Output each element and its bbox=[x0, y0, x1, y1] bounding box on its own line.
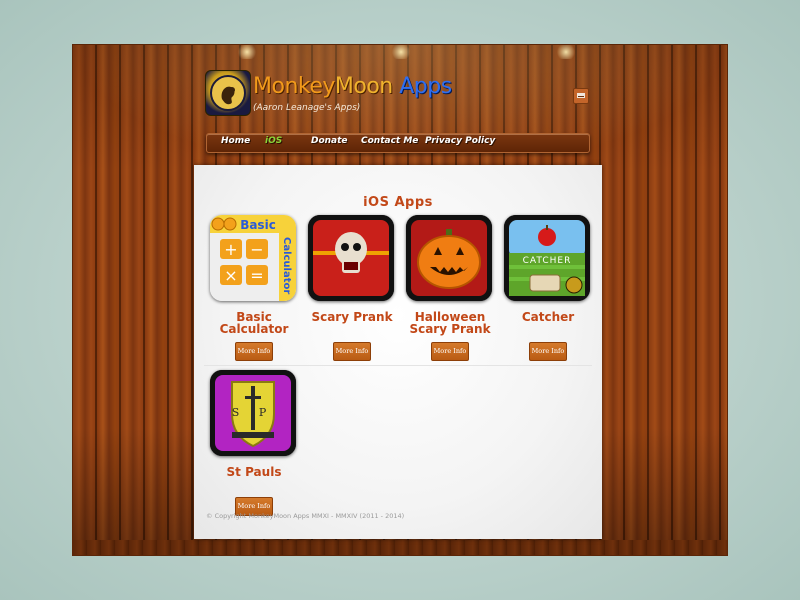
catcher-app-icon[interactable]: CATCHER bbox=[504, 215, 590, 301]
site-title-monkey: Monkey bbox=[253, 74, 335, 99]
svg-text:=: = bbox=[250, 266, 263, 285]
app-name-catcher[interactable]: Catcher bbox=[489, 311, 607, 323]
app-name-st-pauls[interactable]: St Pauls bbox=[195, 466, 313, 478]
svg-text:+: + bbox=[224, 240, 237, 259]
more-info-button-catcher[interactable]: More Info bbox=[529, 342, 567, 361]
monkey-moon-logo-icon[interactable] bbox=[205, 70, 251, 116]
row-divider bbox=[204, 365, 592, 366]
nav-item-home[interactable]: Home bbox=[221, 136, 250, 146]
shield-icon-letters: S P bbox=[232, 406, 274, 419]
main-nav: Home iOS Donate Contact Me Privacy Polic… bbox=[206, 133, 590, 153]
nav-item-privacy-policy[interactable]: Privacy Policy bbox=[425, 136, 495, 146]
ceiling-light bbox=[236, 45, 258, 59]
svg-text:×: × bbox=[224, 266, 237, 285]
nav-item-donate[interactable]: Donate bbox=[311, 136, 348, 146]
nav-item-contact-me[interactable]: Contact Me bbox=[361, 136, 418, 146]
calculator-icon-label-top: Basic bbox=[240, 218, 276, 232]
app-name-line1: Catcher bbox=[521, 310, 575, 324]
pumpkin-app-icon[interactable] bbox=[406, 215, 492, 301]
more-info-button-scary-prank[interactable]: More Info bbox=[333, 342, 371, 361]
site-title-apps: Apps bbox=[392, 74, 452, 99]
calculator-app-icon[interactable]: + − × = Basic Calculator bbox=[210, 215, 296, 301]
site-title[interactable]: MonkeyMoon Apps bbox=[253, 74, 452, 99]
mail-icon[interactable] bbox=[573, 88, 589, 104]
app-name-line1: St Pauls bbox=[226, 465, 282, 479]
catcher-icon-label: CATCHER bbox=[523, 256, 572, 266]
ceiling-light bbox=[390, 45, 412, 59]
wood-floor bbox=[73, 540, 727, 555]
app-name-line2: Scary Prank bbox=[409, 322, 491, 336]
copyright-text: © Copyright MonkeyMoon Apps MMXI - MMXIV… bbox=[206, 512, 405, 520]
calculator-icon-label-side: Calculator bbox=[281, 237, 292, 294]
content-panel: iOS Apps + − × = Basic Calculator Basic … bbox=[194, 165, 602, 539]
ceiling-light bbox=[555, 45, 577, 59]
nav-item-ios[interactable]: iOS bbox=[265, 136, 282, 146]
site-title-moon: Moon bbox=[334, 74, 393, 99]
more-info-button-halloween-scary-prank[interactable]: More Info bbox=[431, 342, 469, 361]
section-title: iOS Apps bbox=[363, 195, 433, 210]
skull-app-icon[interactable] bbox=[308, 215, 394, 301]
svg-text:−: − bbox=[250, 240, 263, 259]
shield-app-icon[interactable]: S P bbox=[210, 370, 296, 456]
site-subtitle: (Aaron Leanage's Apps) bbox=[253, 103, 361, 113]
app-name-line2: Calculator bbox=[219, 322, 289, 336]
more-info-button-basic-calculator[interactable]: More Info bbox=[235, 342, 273, 361]
